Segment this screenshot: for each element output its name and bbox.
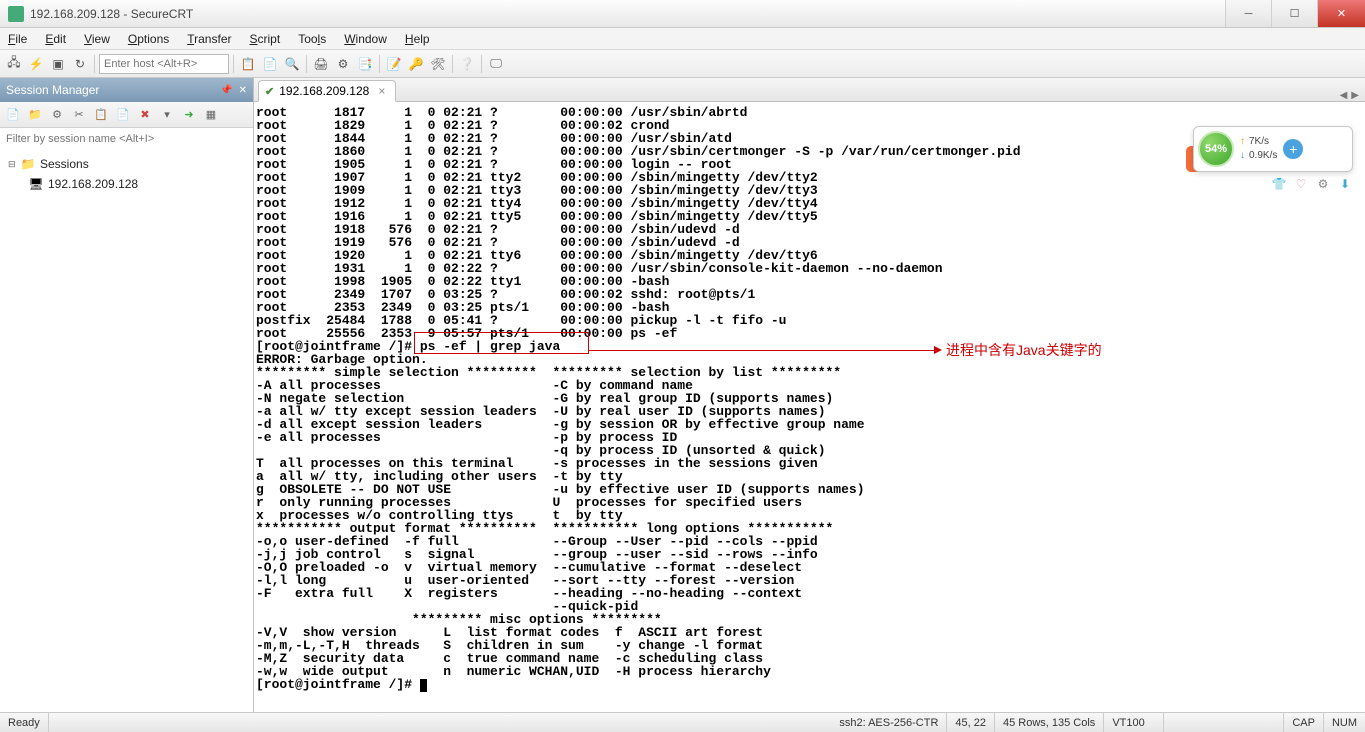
menu-tools[interactable]: Tools — [298, 32, 326, 46]
paste-session-icon[interactable]: 📄 — [114, 106, 132, 124]
pin-icon[interactable]: 📌 — [220, 85, 232, 96]
delete-icon[interactable]: ✖ — [136, 106, 154, 124]
help-icon[interactable]: ❔ — [457, 54, 477, 74]
new-session-icon[interactable]: 📄 — [4, 106, 22, 124]
session-tree: ⊟ 📁 Sessions 🖥 192.168.209.128 — [0, 150, 253, 198]
session-manager-title: Session Manager — [6, 83, 99, 97]
tray-icon-1[interactable]: 👕 — [1271, 176, 1287, 192]
tree-root-label: Sessions — [40, 157, 89, 171]
tray-icon-4[interactable]: ⬇ — [1337, 176, 1353, 192]
menu-options[interactable]: Options — [128, 32, 169, 46]
key-icon[interactable]: 🔑 — [406, 54, 426, 74]
upload-speed: 7K/s — [1240, 135, 1277, 149]
menu-window[interactable]: Window — [344, 32, 387, 46]
go-icon[interactable]: ➜ — [180, 106, 198, 124]
session-opts-icon[interactable]: 📑 — [355, 54, 375, 74]
new-folder-icon[interactable]: 📁 — [26, 106, 44, 124]
window-titlebar: 192.168.209.128 - SecureCRT ─ ☐ ✕ — [0, 0, 1365, 28]
session-manager-header: Session Manager 📌 ✕ — [0, 78, 253, 102]
find-icon[interactable]: 🔍 — [282, 54, 302, 74]
annotation-arrow — [589, 350, 939, 351]
session-manager-panel: Session Manager 📌 ✕ 📄 📁 ⚙ ✂ 📋 📄 ✖ ▾ ➜ ▦ … — [0, 78, 254, 712]
statusbar: Ready ssh2: AES-256-CTR 45, 22 45 Rows, … — [0, 712, 1365, 732]
tray-icon-3[interactable]: ⚙ — [1315, 176, 1331, 192]
session-tab[interactable]: ✔ 192.168.209.128 × — [258, 80, 396, 102]
window-controls: ─ ☐ ✕ — [1225, 0, 1365, 27]
tools-icon[interactable]: 🛠 — [428, 54, 448, 74]
tab-next-icon[interactable]: ▶ — [1351, 90, 1359, 101]
connect-tab-icon[interactable]: ▣ — [48, 54, 68, 74]
menu-help[interactable]: Help — [405, 32, 430, 46]
tabbar: ✔ 192.168.209.128 × ◀ ▶ — [254, 78, 1365, 102]
connect-icon[interactable]: 🖧 — [4, 54, 24, 74]
main-toolbar: 🖧 ⚡ ▣ ↻ 📋 📄 🔍 🖨 ⚙ 📑 📝 🔑 🛠 ❔ 🖵 — [0, 50, 1365, 78]
screen-icon[interactable]: 🖵 — [486, 54, 506, 74]
annotation-text: 进程中含有Java关键字的 — [946, 340, 1102, 360]
status-num: NUM — [1324, 713, 1365, 732]
network-widget[interactable]: 54% 7K/s 0.9K/s + — [1193, 126, 1353, 172]
session-filter — [0, 128, 253, 150]
tree-session-item[interactable]: 🖥 192.168.209.128 — [0, 174, 253, 194]
tree-session-label: 192.168.209.128 — [48, 177, 138, 191]
tab-label: 192.168.209.128 — [279, 84, 369, 98]
log-icon[interactable]: 📝 — [384, 54, 404, 74]
minimize-button[interactable]: ─ — [1225, 0, 1271, 27]
session-icon: 🖥 — [28, 177, 44, 191]
menu-file[interactable]: File — [8, 32, 27, 46]
tray-icon-2[interactable]: ♡ — [1293, 176, 1309, 192]
widget-percent: 54% — [1198, 131, 1234, 167]
download-speed: 0.9K/s — [1240, 149, 1277, 163]
maximize-button[interactable]: ☐ — [1271, 0, 1317, 27]
widget-add-icon[interactable]: + — [1283, 139, 1303, 159]
status-term-type: VT100 — [1104, 713, 1164, 732]
widget-tray: 👕 ♡ ⚙ ⬇ — [1271, 176, 1353, 192]
cut-icon[interactable]: ✂ — [70, 106, 88, 124]
status-cursor-pos: 45, 22 — [947, 713, 995, 732]
tab-prev-icon[interactable]: ◀ — [1340, 90, 1348, 101]
status-protocol: ssh2: AES-256-CTR — [831, 713, 947, 732]
terminal[interactable]: root 1817 1 0 02:21 ? 00:00:00 /usr/sbin… — [254, 102, 1365, 712]
tab-nav: ◀ ▶ — [1340, 90, 1365, 101]
app-icon — [8, 6, 24, 22]
widget-speeds: 7K/s 0.9K/s — [1240, 135, 1277, 163]
status-ready: Ready — [0, 713, 49, 732]
quick-connect-icon[interactable]: ⚡ — [26, 54, 46, 74]
properties-icon[interactable]: ⚙ — [48, 106, 66, 124]
copy-icon[interactable]: 📋 — [238, 54, 258, 74]
panel-close-icon[interactable]: ✕ — [239, 85, 247, 96]
menu-view[interactable]: View — [84, 32, 110, 46]
collapse-icon[interactable]: ⊟ — [8, 159, 20, 170]
status-blank — [1164, 713, 1284, 732]
status-cap: CAP — [1284, 713, 1324, 732]
print-icon[interactable]: 🖨 — [311, 54, 331, 74]
folder-icon: 📁 — [20, 157, 36, 171]
tree-root[interactable]: ⊟ 📁 Sessions — [0, 154, 253, 174]
paste-icon[interactable]: 📄 — [260, 54, 280, 74]
annotation-arrowhead — [934, 346, 942, 354]
host-input[interactable] — [99, 54, 229, 74]
status-terminal-size: 45 Rows, 135 Cols — [995, 713, 1104, 732]
dropdown-icon[interactable]: ▾ — [158, 106, 176, 124]
menubar: File Edit View Options Transfer Script T… — [0, 28, 1365, 50]
close-button[interactable]: ✕ — [1317, 0, 1365, 27]
copy-session-icon[interactable]: 📋 — [92, 106, 110, 124]
session-manager-toolbar: 📄 📁 ⚙ ✂ 📋 📄 ✖ ▾ ➜ ▦ — [0, 102, 253, 128]
connected-icon: ✔ — [265, 85, 274, 98]
session-filter-input[interactable] — [6, 133, 247, 145]
menu-edit[interactable]: Edit — [45, 32, 66, 46]
window-title: 192.168.209.128 - SecureCRT — [30, 7, 1225, 21]
tab-close-icon[interactable]: × — [378, 84, 385, 98]
options-icon[interactable]: ⚙ — [333, 54, 353, 74]
menu-script[interactable]: Script — [250, 32, 281, 46]
content-area: ✔ 192.168.209.128 × ◀ ▶ root 1817 1 0 02… — [254, 78, 1365, 712]
view-icon[interactable]: ▦ — [202, 106, 220, 124]
menu-transfer[interactable]: Transfer — [187, 32, 231, 46]
reconnect-icon[interactable]: ↻ — [70, 54, 90, 74]
